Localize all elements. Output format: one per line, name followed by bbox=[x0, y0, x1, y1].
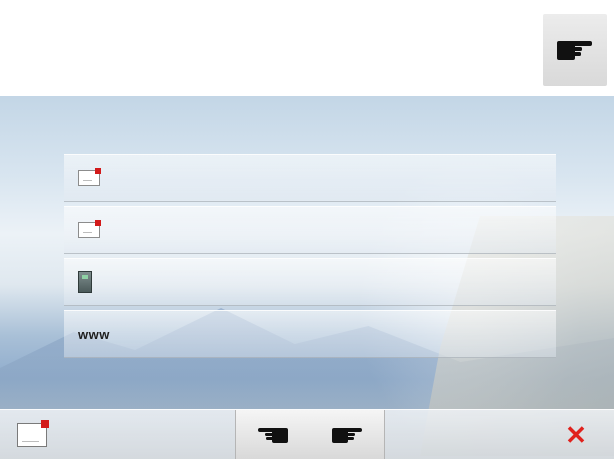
next-button[interactable] bbox=[310, 410, 385, 459]
envelope-icon bbox=[17, 420, 49, 447]
contact-menu: www bbox=[64, 154, 556, 362]
pointing-hand-right-icon bbox=[555, 38, 595, 62]
envelope-icon bbox=[78, 168, 101, 186]
screen-background: www ✕ bbox=[0, 96, 614, 459]
phone-icon bbox=[78, 271, 92, 293]
bottom-toolbar: ✕ bbox=[0, 409, 614, 459]
pointing-hand-right-icon bbox=[330, 426, 364, 444]
top-area bbox=[0, 0, 614, 96]
www-label: www bbox=[78, 326, 110, 342]
close-icon: ✕ bbox=[565, 420, 587, 450]
forward-button[interactable] bbox=[543, 14, 607, 86]
menu-item-email-1[interactable] bbox=[64, 154, 556, 202]
envelope-button[interactable] bbox=[0, 410, 64, 459]
previous-button[interactable] bbox=[235, 410, 311, 459]
close-button[interactable]: ✕ bbox=[546, 410, 606, 459]
menu-item-email-2[interactable] bbox=[64, 206, 556, 254]
envelope-icon bbox=[78, 220, 101, 238]
pointing-hand-left-icon bbox=[256, 426, 290, 444]
menu-item-phone[interactable] bbox=[64, 258, 556, 306]
menu-item-www[interactable]: www bbox=[64, 310, 556, 358]
